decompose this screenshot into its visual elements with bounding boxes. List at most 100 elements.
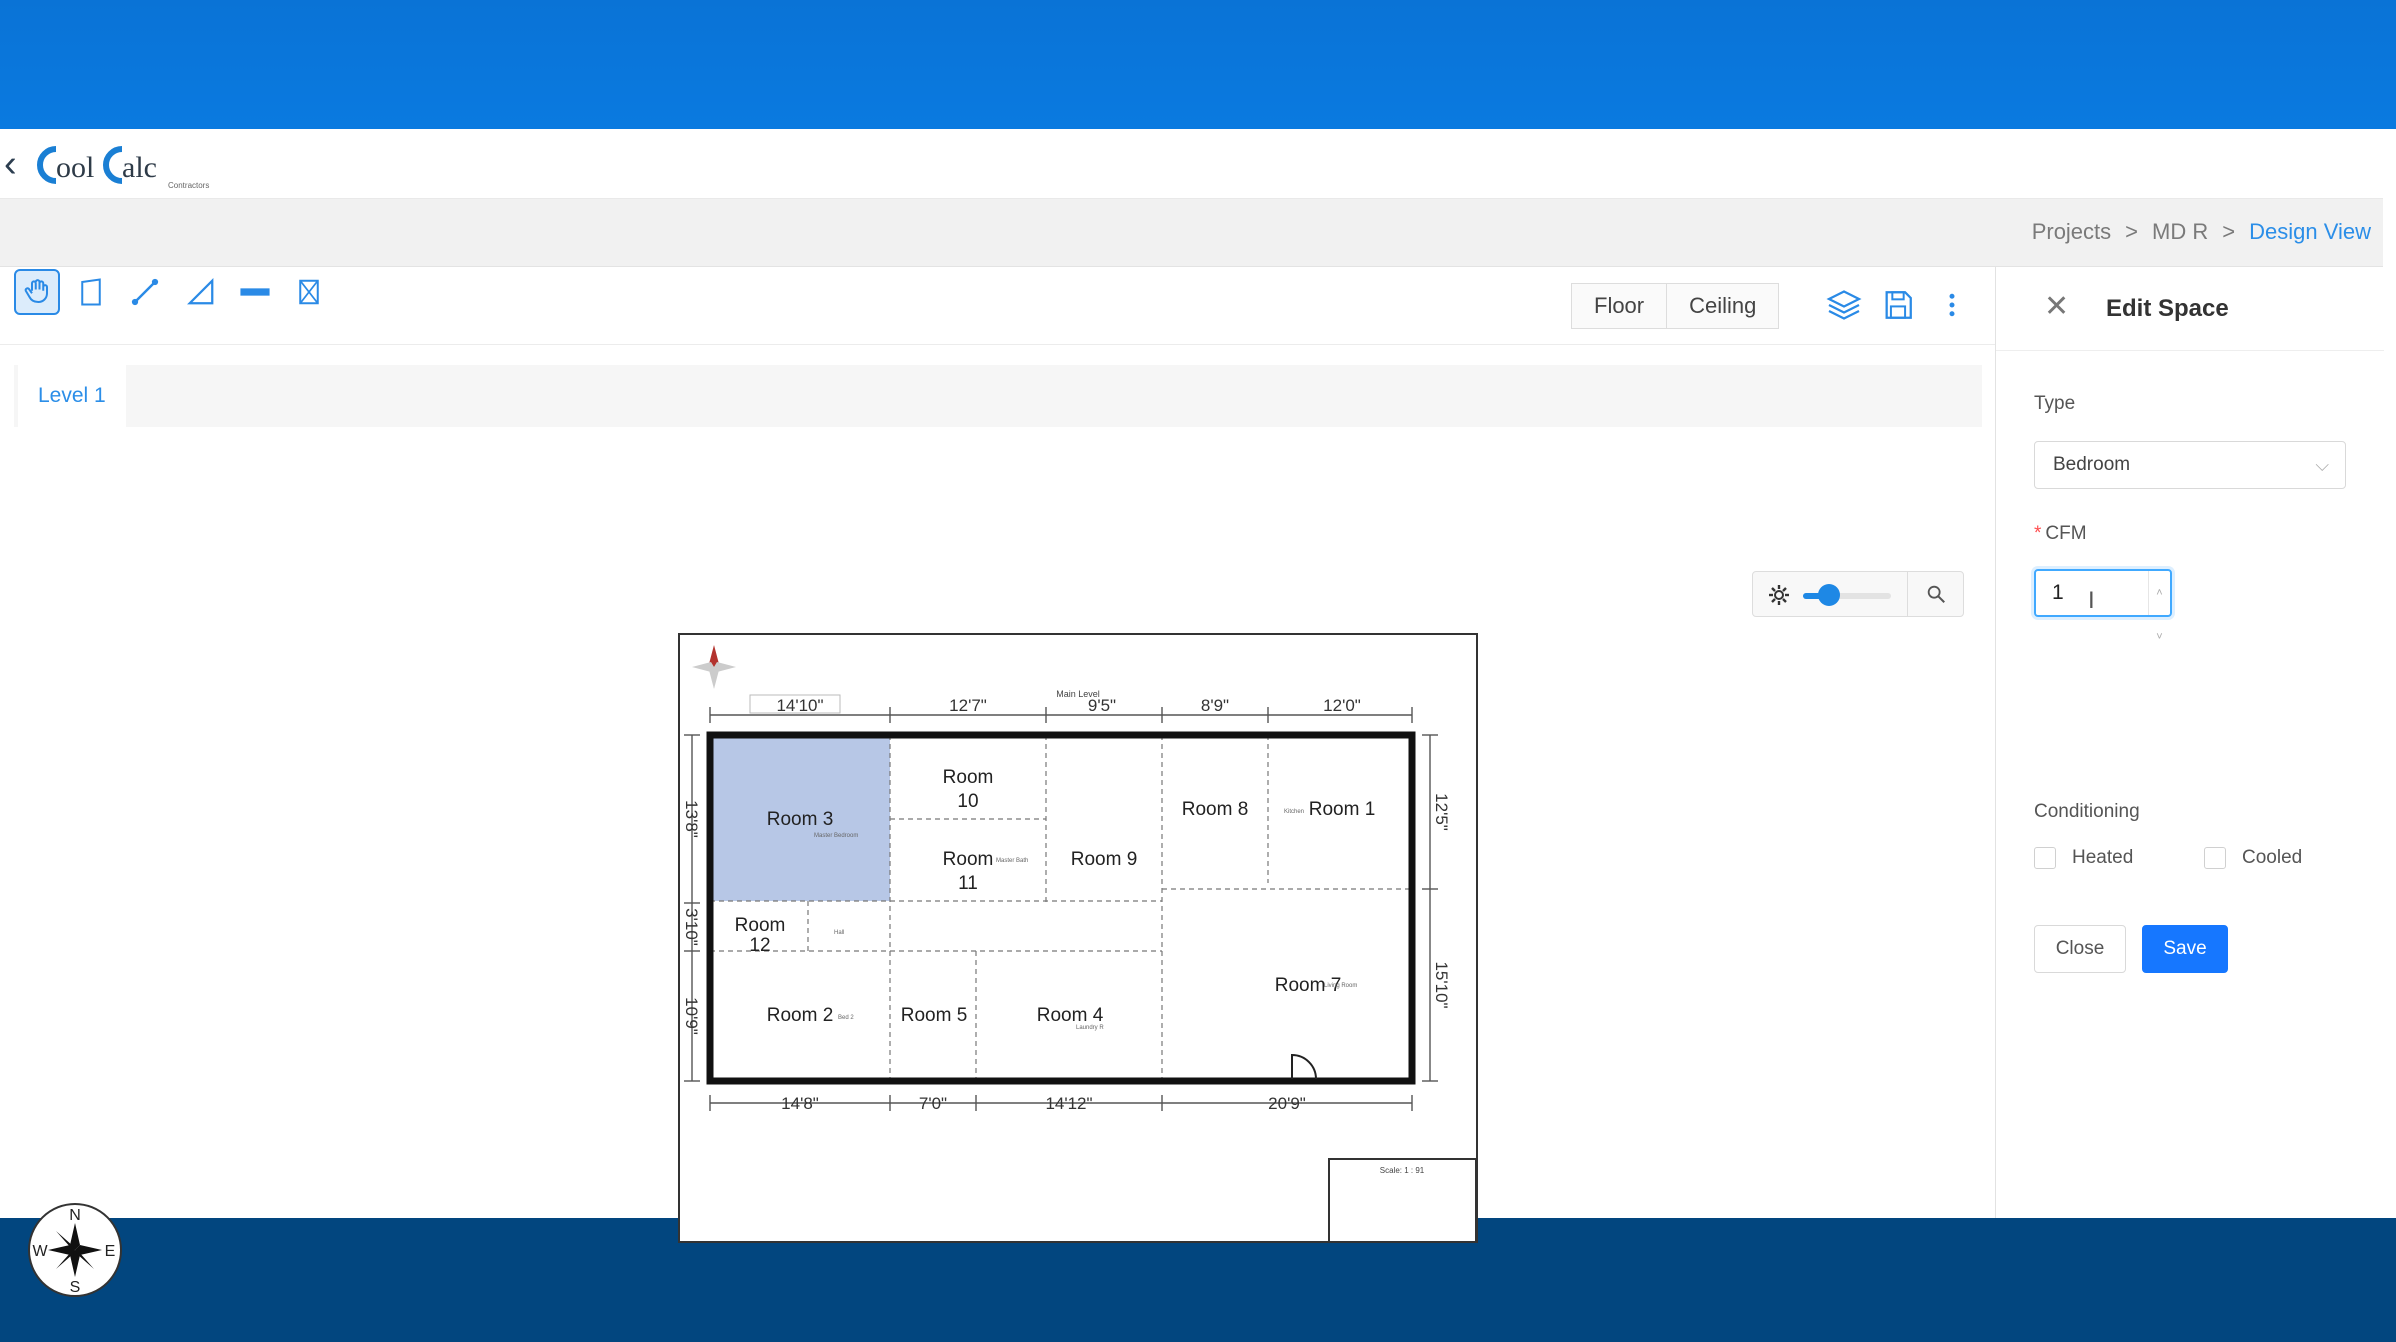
room-3-label[interactable]: Room 3 <box>767 809 834 830</box>
floor-plan-svg: 14'10" 12'7" 9'5" 8'9" 12'0" 14'8" 7'0" … <box>678 633 1478 1243</box>
polygon-icon <box>81 278 101 306</box>
breadcrumb-separator: > <box>2222 219 2236 244</box>
chevron-left-icon[interactable]: ‹ <box>4 143 17 186</box>
floor-button[interactable]: Floor <box>1572 284 1666 328</box>
dim-bottom-2: 7'0" <box>919 1094 947 1113</box>
level-tabs <box>14 365 1982 427</box>
breadcrumb-project[interactable]: MD R <box>2152 219 2208 245</box>
cfm-input-value: 1 <box>2052 581 2064 604</box>
app-header: ‹ ool alc Contractors <box>0 129 2383 199</box>
angle-wall-tool-button[interactable] <box>178 269 224 315</box>
dim-left-1: 13'8" <box>682 800 701 838</box>
room-11-number: 11 <box>958 873 978 894</box>
hand-icon <box>24 279 48 304</box>
heated-checkbox-box[interactable] <box>2034 847 2056 869</box>
panel-title: Edit Space <box>2106 295 2229 322</box>
layers-icon <box>1826 290 1862 320</box>
room-8-label[interactable]: Room 8 <box>1182 799 1249 820</box>
chevron-down-icon[interactable]: ˅ <box>2156 615 2162 659</box>
window-tool-button[interactable] <box>286 269 332 315</box>
search-icon <box>1927 585 1945 603</box>
type-label: Type <box>2034 393 2076 414</box>
more-options-button[interactable] <box>1930 283 1974 327</box>
zoom-search-button[interactable] <box>1907 572 1963 616</box>
angle-icon <box>187 278 214 305</box>
heated-checkbox-label: Heated <box>2072 847 2134 868</box>
logo-text-cool: ool <box>56 151 94 184</box>
room-2-label[interactable]: Room 2 <box>767 1005 834 1026</box>
plan-scale-note: Scale: 1 : 91 <box>1380 1166 1425 1175</box>
compass-widget[interactable]: N S E W <box>26 1201 124 1299</box>
plan-sheet-border <box>678 633 1478 1243</box>
compass-icon: N S E W <box>28 1203 122 1297</box>
type-select[interactable]: Bedroom ⌵ <box>2034 441 2346 489</box>
room-7-sublabel: Living Room <box>1324 983 1357 989</box>
room-1-sublabel: Kitchen <box>1284 809 1304 815</box>
coolcalc-logo[interactable]: ool alc Contractors <box>34 137 209 191</box>
breadcrumb-design-view[interactable]: Design View <box>2249 219 2371 245</box>
required-marker: * <box>2034 523 2042 544</box>
ceiling-button[interactable]: Ceiling <box>1666 284 1778 328</box>
top-banner <box>0 0 2396 129</box>
settings-icon[interactable] <box>1767 583 1791 607</box>
save-icon <box>1885 291 1912 319</box>
chevron-down-icon: ⌵ <box>2315 455 2329 475</box>
compass-south: S <box>70 1279 81 1296</box>
room-tool-button[interactable] <box>68 269 114 315</box>
wall-tool-button[interactable] <box>232 269 278 315</box>
cfm-label: * CFM <box>2034 523 2087 545</box>
app-window: ‹ ool alc Contractors Projects > MD R > … <box>0 129 2384 1297</box>
dim-top-1: 14'10" <box>776 696 823 715</box>
breadcrumb-separator: > <box>2125 219 2139 244</box>
cfm-label-text: CFM <box>2045 523 2087 544</box>
dim-bottom-1: 14'8" <box>781 1094 819 1113</box>
room-5-label[interactable]: Room 5 <box>901 1005 968 1026</box>
cooled-checkbox-label: Cooled <box>2242 847 2303 868</box>
edit-space-panel: ✕ Edit Space Type Bedroom ⌵ * CFM 1 I ˄ ˅… <box>1995 267 2384 1218</box>
more-vertical-icon <box>1949 293 1955 317</box>
close-icon[interactable]: ✕ <box>2044 289 2069 324</box>
chevron-up-icon[interactable]: ˄ <box>2156 571 2162 615</box>
close-button[interactable]: Close <box>2034 925 2126 973</box>
window-icon <box>299 279 319 305</box>
room-4-label[interactable]: Room 4 <box>1037 1005 1104 1026</box>
layers-button[interactable] <box>1822 283 1866 327</box>
room-4-sublabel: Laundry R <box>1076 1025 1104 1031</box>
room-9-label[interactable]: Room 9 <box>1071 849 1138 870</box>
hall-label: Hall <box>834 930 844 936</box>
dim-left-3: 10'9" <box>682 997 701 1035</box>
cfm-input[interactable]: 1 I ˄ ˅ <box>2034 569 2172 643</box>
room-11-label[interactable]: Room <box>943 849 994 870</box>
room-11-sublabel: Master Bath <box>996 858 1028 864</box>
cooled-checkbox-box[interactable] <box>2204 847 2226 869</box>
save-button[interactable]: Save <box>2142 925 2228 973</box>
logo-text-calc: alc <box>122 151 157 184</box>
room-2-sublabel: Bed 2 <box>838 1015 854 1021</box>
type-select-value: Bedroom <box>2053 454 2131 475</box>
pan-tool-button[interactable] <box>14 269 60 315</box>
logo-mark: ool alc <box>37 146 157 184</box>
text-cursor-icon: I <box>2088 587 2095 614</box>
heated-checkbox[interactable]: Heated <box>2034 847 2133 869</box>
dim-right-2: 15'10" <box>1432 961 1451 1008</box>
conditioning-label: Conditioning <box>2034 801 2140 822</box>
panel-header: ✕ Edit Space <box>1996 267 2384 351</box>
cooled-checkbox[interactable]: Cooled <box>2204 847 2302 869</box>
compass-west: W <box>32 1243 48 1260</box>
room-1-label[interactable]: Room 1 <box>1309 799 1376 820</box>
room-10-number: 10 <box>957 791 978 812</box>
room-10-label[interactable]: Room <box>943 767 994 788</box>
dim-top-2: 12'7" <box>949 696 987 715</box>
zoom-slider-handle[interactable] <box>1818 584 1841 606</box>
breadcrumb-bar: Projects > MD R > Design View <box>0 199 2383 267</box>
compass-east: E <box>105 1243 116 1260</box>
breadcrumb-projects[interactable]: Projects <box>2032 219 2111 245</box>
line-tool-button[interactable] <box>122 269 168 315</box>
dim-top-4: 8'9" <box>1201 696 1229 715</box>
room-12-label[interactable]: Room <box>735 915 786 936</box>
dim-top-5: 12'0" <box>1323 696 1361 715</box>
floor-plan-drawing[interactable]: 14'10" 12'7" 9'5" 8'9" 12'0" 14'8" 7'0" … <box>678 633 1478 1245</box>
tab-level-1[interactable]: Level 1 <box>18 365 126 427</box>
save-drawing-button[interactable] <box>1876 283 1920 327</box>
cfm-stepper[interactable]: ˄ ˅ <box>2148 571 2170 643</box>
